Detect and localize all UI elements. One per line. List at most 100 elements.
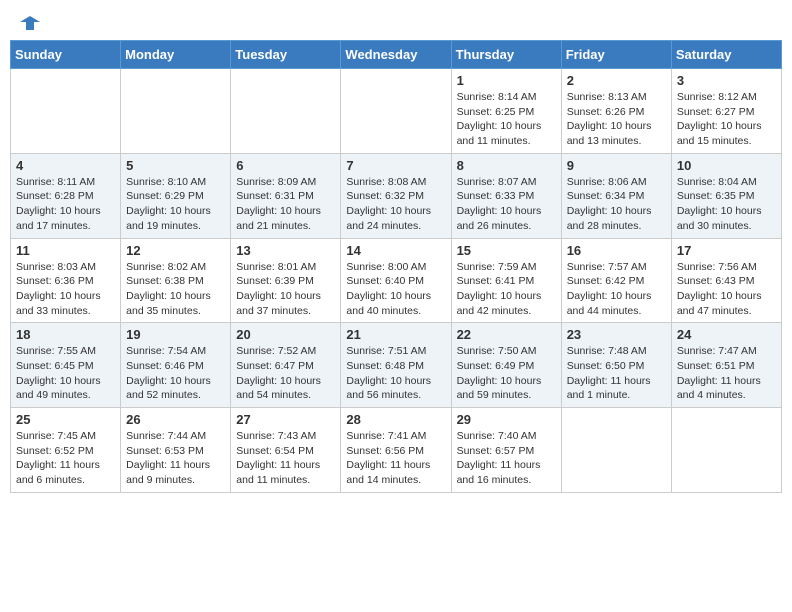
calendar-header-row: SundayMondayTuesdayWednesdayThursdayFrid… xyxy=(11,41,782,69)
calendar-cell: 29 Sunrise: 7:40 AMSunset: 6:57 PMDayligh… xyxy=(451,408,561,493)
calendar-cell: 26 Sunrise: 7:44 AMSunset: 6:53 PMDayligh… xyxy=(121,408,231,493)
day-info: Sunrise: 8:09 AMSunset: 6:31 PMDaylight:… xyxy=(236,175,335,234)
day-info: Sunrise: 7:44 AMSunset: 6:53 PMDaylight:… xyxy=(126,429,225,488)
calendar-cell: 16 Sunrise: 7:57 AMSunset: 6:42 PMDayligh… xyxy=(561,238,671,323)
calendar-cell: 3Sunrise: 8:12 AMSunset: 6:27 PMDaylight… xyxy=(671,69,781,154)
day-number: 17 xyxy=(677,243,776,258)
day-number: 18 xyxy=(16,327,115,342)
day-number: 1 xyxy=(457,73,556,88)
calendar-cell: 28 Sunrise: 7:41 AMSunset: 6:56 PMDayligh… xyxy=(341,408,451,493)
day-number: 11 xyxy=(16,243,115,258)
day-number: 9 xyxy=(567,158,666,173)
day-number: 22 xyxy=(457,327,556,342)
day-info: Sunrise: 7:48 AMSunset: 6:50 PMDaylight:… xyxy=(567,344,666,403)
day-number: 16 xyxy=(567,243,666,258)
calendar-cell: 22 Sunrise: 7:50 AMSunset: 6:49 PMDayligh… xyxy=(451,323,561,408)
day-info: Sunrise: 8:08 AMSunset: 6:32 PMDaylight:… xyxy=(346,175,445,234)
day-number: 15 xyxy=(457,243,556,258)
calendar-cell: 15Sunrise: 7:59 AMSunset: 6:41 PMDayligh… xyxy=(451,238,561,323)
logo-bird-icon xyxy=(20,14,40,32)
day-number: 8 xyxy=(457,158,556,173)
header xyxy=(10,10,782,32)
calendar-cell xyxy=(671,408,781,493)
calendar-cell: 2 Sunrise: 8:13 AMSunset: 6:26 PMDaylight… xyxy=(561,69,671,154)
day-info: Sunrise: 7:45 AMSunset: 6:52 PMDaylight:… xyxy=(16,429,115,488)
calendar-cell: 11 Sunrise: 8:03 AMSunset: 6:36 PMDayligh… xyxy=(11,238,121,323)
day-number: 3 xyxy=(677,73,776,88)
day-number: 23 xyxy=(567,327,666,342)
calendar-cell: 9 Sunrise: 8:06 AMSunset: 6:34 PMDaylight… xyxy=(561,153,671,238)
day-info: Sunrise: 8:02 AMSunset: 6:38 PMDaylight:… xyxy=(126,260,225,319)
calendar-cell: 23 Sunrise: 7:48 AMSunset: 6:50 PMDayligh… xyxy=(561,323,671,408)
day-info: Sunrise: 7:50 AMSunset: 6:49 PMDaylight:… xyxy=(457,344,556,403)
day-number: 13 xyxy=(236,243,335,258)
calendar-week-row: 25Sunrise: 7:45 AMSunset: 6:52 PMDayligh… xyxy=(11,408,782,493)
calendar-week-row: 11 Sunrise: 8:03 AMSunset: 6:36 PMDayligh… xyxy=(11,238,782,323)
day-info: Sunrise: 7:43 AMSunset: 6:54 PMDaylight:… xyxy=(236,429,335,488)
calendar-header-wednesday: Wednesday xyxy=(341,41,451,69)
calendar-cell: 1 Sunrise: 8:14 AMSunset: 6:25 PMDaylight… xyxy=(451,69,561,154)
day-info: Sunrise: 8:11 AMSunset: 6:28 PMDaylight:… xyxy=(16,175,115,234)
day-number: 24 xyxy=(677,327,776,342)
calendar-cell xyxy=(11,69,121,154)
day-number: 6 xyxy=(236,158,335,173)
calendar-header-thursday: Thursday xyxy=(451,41,561,69)
calendar-cell: 21 Sunrise: 7:51 AMSunset: 6:48 PMDayligh… xyxy=(341,323,451,408)
calendar-header-friday: Friday xyxy=(561,41,671,69)
calendar-cell xyxy=(561,408,671,493)
day-info: Sunrise: 7:40 AMSunset: 6:57 PMDaylight:… xyxy=(457,429,556,488)
day-number: 4 xyxy=(16,158,115,173)
calendar-header-monday: Monday xyxy=(121,41,231,69)
calendar-cell: 20 Sunrise: 7:52 AMSunset: 6:47 PMDayligh… xyxy=(231,323,341,408)
calendar-cell: 4 Sunrise: 8:11 AMSunset: 6:28 PMDaylight… xyxy=(11,153,121,238)
day-number: 20 xyxy=(236,327,335,342)
calendar-cell: 18Sunrise: 7:55 AMSunset: 6:45 PMDayligh… xyxy=(11,323,121,408)
day-number: 21 xyxy=(346,327,445,342)
calendar-header-saturday: Saturday xyxy=(671,41,781,69)
day-info: Sunrise: 8:13 AMSunset: 6:26 PMDaylight:… xyxy=(567,90,666,149)
calendar-cell: 12 Sunrise: 8:02 AMSunset: 6:38 PMDayligh… xyxy=(121,238,231,323)
day-info: Sunrise: 7:57 AMSunset: 6:42 PMDaylight:… xyxy=(567,260,666,319)
day-number: 10 xyxy=(677,158,776,173)
day-info: Sunrise: 8:01 AMSunset: 6:39 PMDaylight:… xyxy=(236,260,335,319)
day-info: Sunrise: 8:07 AMSunset: 6:33 PMDaylight:… xyxy=(457,175,556,234)
day-info: Sunrise: 7:51 AMSunset: 6:48 PMDaylight:… xyxy=(346,344,445,403)
calendar-cell: 10 Sunrise: 8:04 AMSunset: 6:35 PMDayligh… xyxy=(671,153,781,238)
calendar-cell: 7 Sunrise: 8:08 AMSunset: 6:32 PMDaylight… xyxy=(341,153,451,238)
day-number: 7 xyxy=(346,158,445,173)
day-number: 12 xyxy=(126,243,225,258)
calendar-cell: 25Sunrise: 7:45 AMSunset: 6:52 PMDayligh… xyxy=(11,408,121,493)
day-info: Sunrise: 8:04 AMSunset: 6:35 PMDaylight:… xyxy=(677,175,776,234)
calendar-cell: 6 Sunrise: 8:09 AMSunset: 6:31 PMDaylight… xyxy=(231,153,341,238)
logo xyxy=(16,14,40,28)
calendar-cell: 13 Sunrise: 8:01 AMSunset: 6:39 PMDayligh… xyxy=(231,238,341,323)
calendar-cell: 27 Sunrise: 7:43 AMSunset: 6:54 PMDayligh… xyxy=(231,408,341,493)
day-number: 27 xyxy=(236,412,335,427)
calendar-cell xyxy=(341,69,451,154)
day-info: Sunrise: 8:00 AMSunset: 6:40 PMDaylight:… xyxy=(346,260,445,319)
day-info: Sunrise: 7:54 AMSunset: 6:46 PMDaylight:… xyxy=(126,344,225,403)
calendar-cell xyxy=(121,69,231,154)
calendar-header-tuesday: Tuesday xyxy=(231,41,341,69)
day-number: 29 xyxy=(457,412,556,427)
day-number: 26 xyxy=(126,412,225,427)
calendar-cell: 19 Sunrise: 7:54 AMSunset: 6:46 PMDayligh… xyxy=(121,323,231,408)
day-number: 5 xyxy=(126,158,225,173)
day-info: Sunrise: 7:52 AMSunset: 6:47 PMDaylight:… xyxy=(236,344,335,403)
day-info: Sunrise: 8:03 AMSunset: 6:36 PMDaylight:… xyxy=(16,260,115,319)
calendar-week-row: 4 Sunrise: 8:11 AMSunset: 6:28 PMDaylight… xyxy=(11,153,782,238)
day-number: 19 xyxy=(126,327,225,342)
calendar-week-row: 1 Sunrise: 8:14 AMSunset: 6:25 PMDaylight… xyxy=(11,69,782,154)
calendar-header-sunday: Sunday xyxy=(11,41,121,69)
day-number: 2 xyxy=(567,73,666,88)
calendar-cell: 14Sunrise: 8:00 AMSunset: 6:40 PMDayligh… xyxy=(341,238,451,323)
calendar-cell: 5 Sunrise: 8:10 AMSunset: 6:29 PMDaylight… xyxy=(121,153,231,238)
day-info: Sunrise: 7:41 AMSunset: 6:56 PMDaylight:… xyxy=(346,429,445,488)
calendar-week-row: 18Sunrise: 7:55 AMSunset: 6:45 PMDayligh… xyxy=(11,323,782,408)
calendar-cell: 17Sunrise: 7:56 AMSunset: 6:43 PMDayligh… xyxy=(671,238,781,323)
day-info: Sunrise: 8:14 AMSunset: 6:25 PMDaylight:… xyxy=(457,90,556,149)
day-info: Sunrise: 8:10 AMSunset: 6:29 PMDaylight:… xyxy=(126,175,225,234)
calendar-table: SundayMondayTuesdayWednesdayThursdayFrid… xyxy=(10,40,782,493)
day-number: 28 xyxy=(346,412,445,427)
day-info: Sunrise: 8:06 AMSunset: 6:34 PMDaylight:… xyxy=(567,175,666,234)
